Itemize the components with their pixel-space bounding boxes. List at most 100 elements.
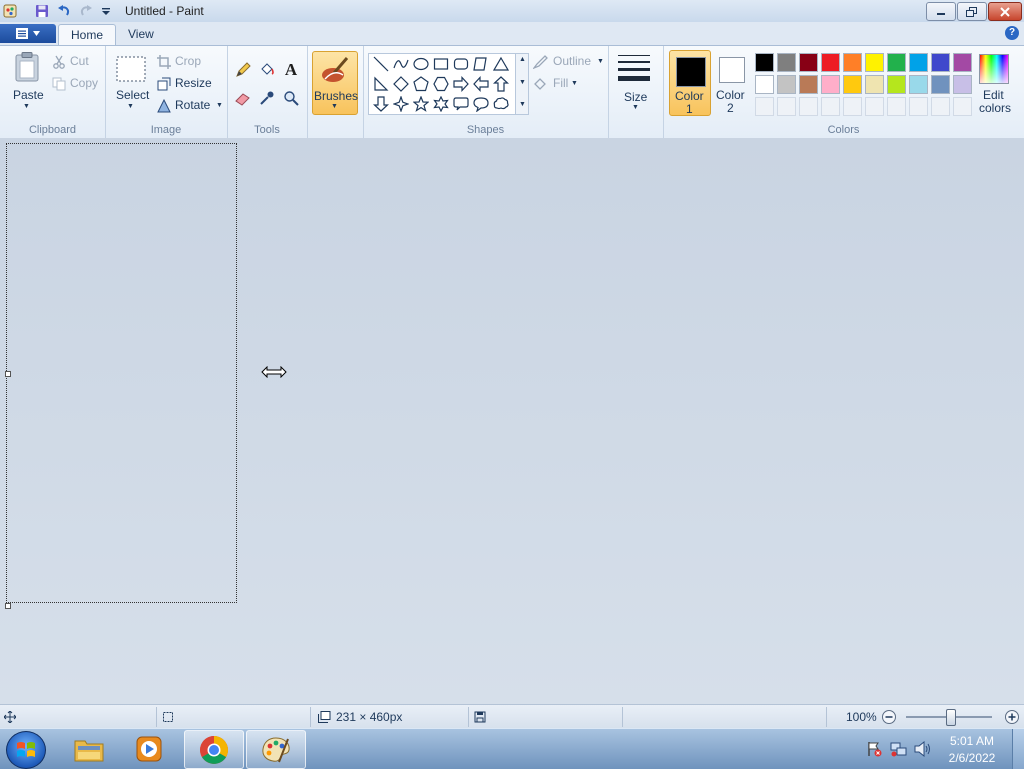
six-point-star-shape-icon[interactable] <box>431 94 451 114</box>
help-icon[interactable]: ? <box>1005 26 1019 40</box>
network-icon[interactable] <box>890 741 908 757</box>
zoom-in-button[interactable] <box>1004 709 1020 725</box>
resize-button[interactable]: Resize <box>157 76 223 94</box>
undo-icon[interactable] <box>56 3 72 19</box>
diamond-shape-icon[interactable] <box>391 74 411 94</box>
paste-button[interactable]: Paste ▼ <box>6 50 48 114</box>
outline-button[interactable]: Outline ▼ <box>533 54 604 72</box>
triangle-shape-icon[interactable] <box>491 54 511 74</box>
palette-custom-slot[interactable] <box>887 97 906 116</box>
palette-color-swatch[interactable] <box>799 75 818 94</box>
four-point-star-shape-icon[interactable] <box>391 94 411 114</box>
taskbar-chrome[interactable] <box>184 730 244 769</box>
palette-color-swatch[interactable] <box>799 53 818 72</box>
taskbar-media-player[interactable] <box>120 730 178 767</box>
oval-callout-shape-icon[interactable] <box>471 94 491 114</box>
magnifier-icon[interactable] <box>281 88 301 108</box>
pencil-icon[interactable] <box>233 60 253 80</box>
edit-colors-button[interactable]: Edit colors <box>975 50 1015 115</box>
eraser-icon[interactable] <box>233 88 253 108</box>
palette-color-swatch[interactable] <box>755 75 774 94</box>
palette-color-swatch[interactable] <box>843 53 862 72</box>
curve-shape-icon[interactable] <box>391 54 411 74</box>
scroll-down-icon[interactable]: ▼ <box>519 79 526 86</box>
rounded-callout-shape-icon[interactable] <box>451 94 471 114</box>
palette-color-swatch[interactable] <box>887 75 906 94</box>
start-button[interactable] <box>6 731 46 769</box>
zoom-out-button[interactable] <box>881 709 897 725</box>
tab-view[interactable]: View <box>116 24 166 45</box>
canvas-workspace[interactable] <box>0 138 1024 704</box>
palette-color-swatch[interactable] <box>755 53 774 72</box>
show-desktop-button[interactable] <box>1012 729 1024 769</box>
shapes-gallery-scrollbar[interactable]: ▲ ▼ ▼ <box>515 53 529 115</box>
up-arrow-shape-icon[interactable] <box>491 74 511 94</box>
customize-quick-access-icon[interactable] <box>98 3 114 19</box>
palette-color-swatch[interactable] <box>931 53 950 72</box>
fill-bucket-icon[interactable] <box>257 60 277 80</box>
right-arrow-shape-icon[interactable] <box>451 74 471 94</box>
rotate-button[interactable]: Rotate ▼ <box>157 98 223 116</box>
redo-icon[interactable] <box>78 3 94 19</box>
cut-button[interactable]: Cut <box>52 54 102 72</box>
line-shape-icon[interactable] <box>371 54 391 74</box>
hexagon-shape-icon[interactable] <box>431 74 451 94</box>
palette-custom-slot[interactable] <box>777 97 796 116</box>
minimize-button[interactable] <box>926 2 956 21</box>
left-arrow-shape-icon[interactable] <box>471 74 491 94</box>
oval-shape-icon[interactable] <box>411 54 431 74</box>
crop-button[interactable]: Crop <box>157 54 223 72</box>
cloud-callout-shape-icon[interactable] <box>491 94 511 114</box>
polygon-shape-icon[interactable] <box>471 54 491 74</box>
expand-gallery-icon[interactable]: ▼ <box>519 101 526 108</box>
select-button[interactable]: Select ▼ <box>111 50 151 114</box>
taskbar-paint[interactable] <box>246 730 306 769</box>
right-triangle-shape-icon[interactable] <box>371 74 391 94</box>
pentagon-shape-icon[interactable] <box>411 74 431 94</box>
palette-color-swatch[interactable] <box>777 75 796 94</box>
zoom-slider-thumb[interactable] <box>946 709 956 726</box>
fill-button[interactable]: Fill ▼ <box>533 76 603 94</box>
tab-home[interactable]: Home <box>58 24 117 46</box>
palette-color-swatch[interactable] <box>777 53 796 72</box>
palette-custom-slot[interactable] <box>931 97 950 116</box>
palette-color-swatch[interactable] <box>821 75 840 94</box>
taskbar-explorer[interactable] <box>60 730 118 767</box>
system-clock[interactable]: 5:01 AM 2/6/2022 <box>944 733 1000 767</box>
drawing-canvas[interactable] <box>6 143 237 603</box>
brushes-button[interactable]: Brushes ▼ <box>312 51 358 115</box>
rectangle-shape-icon[interactable] <box>431 54 451 74</box>
palette-color-swatch[interactable] <box>909 75 928 94</box>
palette-color-swatch[interactable] <box>909 53 928 72</box>
canvas-corner-resize-handle[interactable] <box>5 603 11 609</box>
restore-button[interactable] <box>957 2 987 21</box>
size-button[interactable]: Size ▼ <box>618 50 654 114</box>
palette-custom-slot[interactable] <box>909 97 928 116</box>
save-icon[interactable] <box>34 3 50 19</box>
copy-button[interactable]: Copy <box>52 76 102 94</box>
down-arrow-shape-icon[interactable] <box>371 94 391 114</box>
volume-icon[interactable] <box>914 741 932 757</box>
canvas-right-resize-handle[interactable] <box>5 371 11 377</box>
paint-app-icon[interactable] <box>2 3 18 19</box>
palette-custom-slot[interactable] <box>865 97 884 116</box>
rounded-rectangle-shape-icon[interactable] <box>451 54 471 74</box>
palette-color-swatch[interactable] <box>953 53 972 72</box>
paint-menu-button[interactable] <box>0 24 56 43</box>
palette-color-swatch[interactable] <box>843 75 862 94</box>
palette-color-swatch[interactable] <box>865 75 884 94</box>
text-tool-icon[interactable]: A <box>281 60 301 80</box>
palette-color-swatch[interactable] <box>887 53 906 72</box>
palette-custom-slot[interactable] <box>821 97 840 116</box>
palette-color-swatch[interactable] <box>953 75 972 94</box>
palette-color-swatch[interactable] <box>931 75 950 94</box>
palette-custom-slot[interactable] <box>799 97 818 116</box>
color1-button[interactable]: Color 1 <box>669 50 711 116</box>
palette-color-swatch[interactable] <box>821 53 840 72</box>
action-center-flag-icon[interactable] <box>866 741 882 757</box>
color-picker-icon[interactable] <box>257 88 277 108</box>
palette-custom-slot[interactable] <box>843 97 862 116</box>
palette-custom-slot[interactable] <box>755 97 774 116</box>
palette-custom-slot[interactable] <box>953 97 972 116</box>
palette-color-swatch[interactable] <box>865 53 884 72</box>
